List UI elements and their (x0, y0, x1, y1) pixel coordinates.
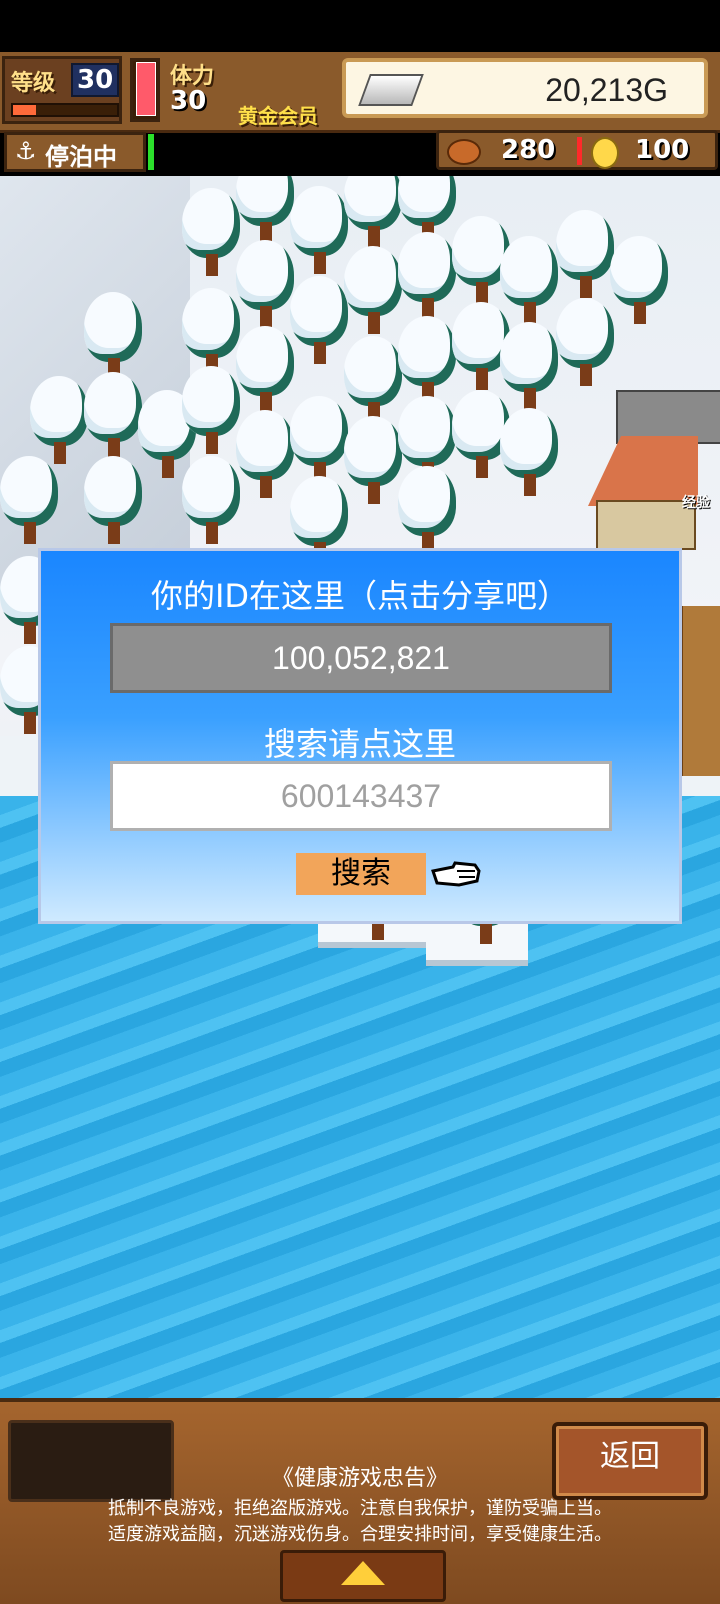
gold-member-label: 黄金会员 (238, 104, 318, 128)
player-id-dialog: 你的ID在这里（点击分享吧） 100,052,821 搜索请点这里 搜索 (38, 548, 682, 924)
experience-bar (11, 103, 119, 117)
gold-value: 20,213G (545, 72, 668, 108)
food-value: 280 (501, 135, 556, 165)
snow-tree (290, 276, 348, 368)
snow-tree (182, 366, 240, 458)
snow-tree (556, 298, 614, 390)
dialog-title[interactable]: 你的ID在这里（点击分享吧） (41, 571, 679, 617)
stamina-gauge-fill (136, 62, 156, 116)
status-indicator (148, 134, 154, 170)
experience-bar-fill (13, 105, 36, 115)
anchor-icon: ⚓ (15, 137, 37, 165)
search-title: 搜索请点这里 (263, 725, 456, 763)
snow-tree (610, 236, 668, 328)
snow-tree (398, 232, 456, 324)
search-input[interactable] (110, 761, 612, 831)
town-house (596, 500, 696, 550)
player-id-field[interactable]: 100,052,821 (110, 623, 612, 693)
health-notice-title: 《健康游戏忠告》 (271, 1466, 448, 1491)
stamina-gauge (130, 58, 160, 122)
level-value: 30 (71, 63, 120, 97)
level-label: 等级 (11, 71, 56, 96)
town-wall (616, 390, 720, 444)
expand-arrow-icon (341, 1561, 385, 1585)
resource-bar[interactable]: 280 100 (436, 130, 718, 170)
snow-tree (84, 456, 142, 548)
food-icon (447, 139, 481, 165)
health-notice-line-1: 抵制不良游戏，拒绝盗版游戏。注意自我保护，谨防受骗上当。 (108, 1498, 612, 1519)
expand-button[interactable] (280, 1550, 446, 1602)
status-row: ⚓ 停泊中 280 100 (0, 130, 720, 176)
town-label: 经验 (682, 495, 710, 511)
snow-tree (290, 186, 348, 278)
status-bar (0, 0, 720, 52)
town-building[interactable]: 经验 (588, 390, 720, 570)
snow-tree (236, 240, 294, 332)
snow-tree (556, 210, 614, 302)
anchor-status-badge[interactable]: ⚓ 停泊中 (4, 132, 146, 172)
snow-tree (0, 456, 58, 548)
snow-tree (182, 456, 240, 548)
snow-tree (30, 376, 88, 468)
anchor-status-label: 停泊中 (45, 143, 117, 171)
snow-tree (344, 246, 402, 338)
snow-tree (236, 176, 294, 248)
snow-tree (84, 292, 142, 384)
resource-divider (577, 137, 582, 165)
snow-tree (182, 188, 240, 280)
snow-tree (236, 410, 294, 502)
snow-tree (344, 336, 402, 428)
snow-tree (398, 316, 456, 408)
snow-tree (236, 326, 294, 418)
stamina-value: 30 (170, 86, 207, 116)
level-panel: 等级 30 (2, 56, 122, 124)
gold-panel[interactable]: 20,213G (342, 58, 708, 118)
snow-tree (344, 176, 402, 252)
silver-ingot-icon (358, 74, 424, 106)
coin-value: 100 (635, 135, 690, 165)
search-button[interactable]: 搜索 (296, 853, 426, 895)
bottom-panel: 返回 《健康游戏忠告》 抵制不良游戏，拒绝盗版游戏。注意自我保护，谨防受骗上当。… (0, 1398, 720, 1604)
coin-icon (591, 137, 619, 169)
pointing-hand-icon (431, 861, 481, 887)
health-notice-line-2: 适度游戏益脑，沉迷游戏伤身。合理安排时间，享受健康生活。 (108, 1524, 612, 1545)
snow-tree (344, 416, 402, 508)
snow-tree (290, 396, 348, 488)
snow-tree (398, 466, 456, 558)
wooden-dock (680, 606, 720, 776)
snow-tree (84, 372, 142, 464)
snow-tree (500, 408, 558, 500)
